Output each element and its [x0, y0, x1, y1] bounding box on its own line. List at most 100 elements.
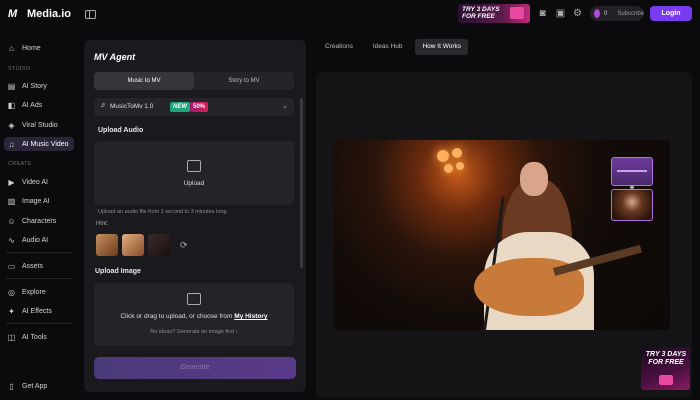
- sidebar-item-audio-ai[interactable]: ∿ Audio AI: [4, 233, 74, 247]
- sidebar-item-label: AI Music Video: [22, 140, 69, 148]
- sidebar-item-label: AI Tools: [22, 333, 47, 341]
- stage-light: [437, 150, 449, 162]
- promo-corner-badge[interactable]: TRY 3 DAYS FOR FREE: [641, 347, 690, 390]
- sidebar-item-ai-tools[interactable]: ◫ AI Tools: [4, 330, 74, 344]
- upload-audio-button: Upload: [183, 180, 205, 187]
- sparkle-icon: ✦: [8, 306, 15, 316]
- book-icon: ▤: [7, 81, 16, 91]
- sidebar-item-home[interactable]: ⌂ Home: [4, 41, 74, 55]
- stage-light: [444, 164, 453, 173]
- tab-ideas-hub[interactable]: Ideas Hub: [366, 39, 410, 55]
- sidebar-item-image-ai[interactable]: ▨ Image AI: [4, 194, 74, 208]
- sidebar-divider: [6, 252, 72, 253]
- sidebar-item-label: Explore: [22, 288, 46, 296]
- promo-banner[interactable]: TRY 3 DAYS FOR FREE: [458, 4, 530, 23]
- app-logo[interactable]: M Media.io: [8, 8, 71, 20]
- hint-thumbnail[interactable]: [122, 234, 144, 256]
- image-upload-area[interactable]: Click or drag to upload, or choose from …: [94, 283, 294, 346]
- discount-badge: 50%: [190, 102, 209, 112]
- sidebar-item-ai-effects[interactable]: ✦ AI Effects: [4, 304, 74, 318]
- section-create: CREATE: [8, 161, 32, 167]
- sidebar-item-characters[interactable]: ☺ Characters: [4, 214, 74, 228]
- sidebar-item-get-app[interactable]: ▯ Get App: [4, 379, 74, 393]
- user-icon: ☺: [7, 216, 16, 226]
- sidebar-item-label: Assets: [22, 262, 44, 270]
- credits-count: 0: [603, 10, 608, 17]
- gift-box-icon: [510, 7, 524, 19]
- panel-scrollbar[interactable]: [300, 98, 303, 268]
- sidebar-item-explore[interactable]: ◎ Explore: [4, 285, 74, 299]
- sidebar-item-label: Audio AI: [22, 236, 49, 244]
- sidebar-item-ai-story[interactable]: ▤ AI Story: [4, 79, 74, 93]
- app-name: Media.io: [27, 8, 72, 20]
- sidebar-item-video-ai[interactable]: ▶ Video AI: [4, 175, 74, 189]
- megaphone-icon: ◧: [7, 100, 16, 110]
- mode-segmented-control: Music to MV Story to MV: [94, 72, 294, 90]
- sidebar-item-label: AI Story: [22, 82, 47, 90]
- sidebar-item-label: Viral Studio: [22, 121, 58, 129]
- upload-image-label: Upload Image: [95, 268, 141, 275]
- coin-icon: [594, 9, 600, 18]
- audio-wave-icon: ∿: [8, 235, 15, 245]
- sidebar-item-ai-ads[interactable]: ◧ AI Ads: [4, 98, 74, 112]
- chevron-right-icon: ›: [234, 329, 238, 335]
- discord-icon[interactable]: ◙: [537, 8, 548, 19]
- mi-logo-icon: M: [8, 8, 17, 20]
- flame-icon: ◈: [8, 120, 15, 130]
- upload-image-prompt: Click or drag to upload, or choose from: [120, 313, 233, 320]
- tab-story-to-mv[interactable]: Story to MV: [194, 72, 294, 90]
- image-input-thumbnail: [611, 189, 653, 221]
- upload-audio-label: Upload Audio: [98, 127, 144, 134]
- new-badge: NEW: [170, 102, 190, 112]
- sidebar-item-label: Home: [22, 44, 41, 52]
- sidebar-item-label: AI Effects: [22, 307, 52, 315]
- sidebar-item-label: Video AI: [22, 178, 48, 186]
- singer-face: [520, 162, 548, 196]
- generate-button[interactable]: Generate: [94, 357, 296, 379]
- refresh-icon[interactable]: ⟳: [180, 240, 188, 251]
- sidebar-item-label: Image AI: [22, 197, 50, 205]
- tab-creations[interactable]: Creations: [318, 39, 360, 55]
- sidebar-item-label: Get App: [22, 382, 48, 390]
- generate-image-first-link[interactable]: No ideas? Generate an image first ›: [94, 329, 294, 335]
- upload-image-text: Click or drag to upload, or choose from …: [94, 313, 294, 320]
- gear-icon[interactable]: ⚙: [572, 8, 583, 19]
- image-icon: ▨: [7, 196, 16, 206]
- video-icon: ▶: [8, 177, 15, 187]
- model-name: MusicToMv 1.0: [110, 103, 154, 110]
- credits-pill[interactable]: 0 Subscribe: [590, 6, 644, 21]
- upload-audio-hint: Upload an audio file from 1 second to 3 …: [98, 209, 228, 215]
- sidebar-toggle-icon[interactable]: [85, 9, 97, 19]
- sidebar-item-label: Characters: [22, 217, 57, 225]
- tab-music-to-mv[interactable]: Music to MV: [94, 72, 194, 90]
- compass-icon: ◎: [8, 287, 15, 297]
- audio-file-icon: [187, 160, 201, 172]
- no-idea-text: No ideas? Generate an image first: [150, 329, 235, 335]
- mv-agent-panel: MV Agent Music to MV Story to MV ♬ Music…: [84, 40, 306, 392]
- hint-thumbnail[interactable]: [96, 234, 118, 256]
- promo-corner-text: TRY 3 DAYS FOR FREE: [645, 351, 687, 366]
- hint-label: Hint:: [96, 221, 109, 227]
- sidebar-item-ai-music-video[interactable]: ♫ AI Music Video: [4, 137, 74, 151]
- subscribe-link[interactable]: Subscribe: [617, 11, 644, 17]
- section-studio: STUDIO: [8, 66, 31, 72]
- music-note-icon: ♬: [100, 102, 107, 109]
- audio-input-thumbnail: [611, 157, 653, 186]
- music-note-icon: ♫: [8, 139, 15, 149]
- audio-upload-area[interactable]: Upload: [94, 141, 294, 205]
- hint-thumbnail[interactable]: [148, 234, 170, 256]
- stage-light: [456, 162, 464, 170]
- sidebar-item-viral-studio[interactable]: ◈ Viral Studio: [4, 118, 74, 132]
- model-selector[interactable]: ♬ MusicToMv 1.0 NEW 50% ⌄: [94, 98, 294, 116]
- promo-banner-text: TRY 3 DAYS FOR FREE: [462, 6, 500, 20]
- gift-box-icon: [659, 375, 673, 385]
- my-history-link[interactable]: My History: [234, 313, 267, 320]
- image-upload-icon: [187, 293, 201, 305]
- preview-tabs: Creations Ideas Hub How It Works: [318, 39, 468, 55]
- sidebar-item-assets[interactable]: ▭ Assets: [4, 259, 74, 273]
- tab-how-it-works[interactable]: How It Works: [415, 39, 468, 55]
- login-button[interactable]: Login: [650, 6, 692, 21]
- sidebar-divider: [6, 323, 72, 324]
- gift-icon[interactable]: ▣: [555, 8, 566, 19]
- chevron-down-icon: ⌄: [282, 103, 288, 110]
